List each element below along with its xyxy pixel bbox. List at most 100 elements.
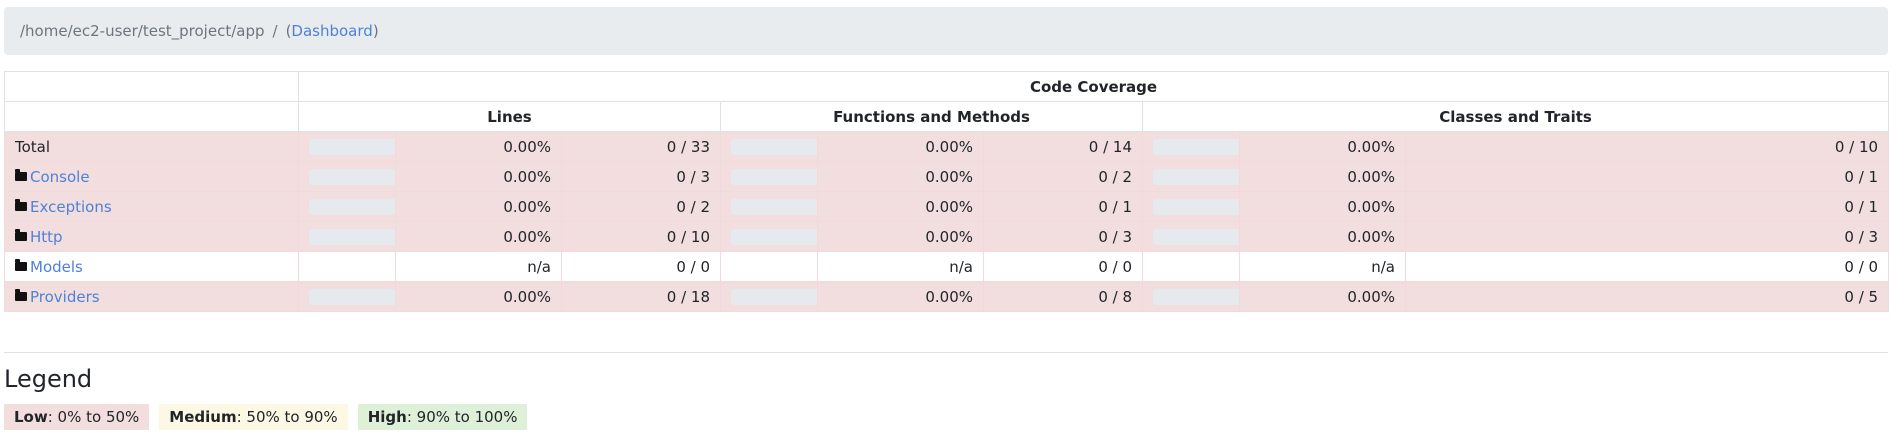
breadcrumb-close-paren: ) [372,22,379,40]
breadcrumb-path: /home/ec2-user/test_project/app [20,22,265,40]
lines-count: 0 / 10 [561,221,721,252]
functions-coverage-bar [731,228,817,245]
table-row: Total 0.00% 0 / 33 0.00% 0 / 14 0.00% 0 / 10 [4,131,1890,162]
functions-percent: 0.00% [817,131,984,162]
row-name-cell: Exceptions [4,191,299,222]
table-row: Console 0.00% 0 / 3 0.00% 0 / 2 0.00% 0 / 1 [4,161,1890,192]
header-blank-2 [4,101,299,132]
classes-coverage-bar [1153,198,1239,215]
functions-count: 0 / 8 [983,281,1143,312]
functions-percent: 0.00% [817,281,984,312]
lines-bar-cell [298,281,396,312]
lines-bar-cell [298,191,396,222]
lines-count: 0 / 3 [561,161,721,192]
lines-coverage-bar [309,228,395,245]
classes-coverage-bar [1153,288,1239,305]
legend-low-label: Low [14,408,48,426]
functions-percent: 0.00% [817,221,984,252]
lines-bar-cell [298,251,396,282]
classes-count: 0 / 0 [1404,251,1890,282]
lines-count: 0 / 18 [561,281,721,312]
row-name-cell: Console [4,161,299,192]
folder-icon [15,228,27,241]
folder-icon [15,258,27,271]
lines-count: 0 / 33 [561,131,721,162]
classes-bar-cell [1142,221,1240,252]
classes-coverage-bar [1153,228,1239,245]
functions-percent: 0.00% [817,191,984,222]
directory-link[interactable]: Models [30,258,83,276]
dashboard-link[interactable]: Dashboard [291,22,372,40]
classes-bar-cell [1142,191,1240,222]
legend-high-range: : 90% to 100% [406,408,518,426]
lines-count: 0 / 2 [561,191,721,222]
functions-count: 0 / 3 [983,221,1143,252]
classes-percent: n/a [1239,251,1406,282]
legend-high: High: 90% to 100% [357,404,528,430]
lines-bar-cell [298,131,396,162]
functions-bar-cell [720,161,818,192]
row-name-cell: Providers [4,281,299,312]
legend-title: Legend [4,365,93,393]
breadcrumb-separator: / [272,22,278,40]
legend-medium-label: Medium [169,408,237,426]
row-name-cell: Http [4,221,299,252]
folder-icon [15,288,27,301]
functions-bar-cell [720,131,818,162]
legend-medium: Medium: 50% to 90% [159,404,348,430]
lines-percent: 0.00% [395,191,562,222]
legend-medium-range: : 50% to 90% [236,408,338,426]
classes-count: 0 / 3 [1404,221,1890,252]
functions-coverage-bar [731,138,817,155]
classes-count: 0 / 10 [1404,131,1890,162]
functions-count: 0 / 0 [983,251,1143,282]
functions-count: 0 / 2 [983,161,1143,192]
lines-bar-cell [298,221,396,252]
row-name-cell: Total [4,131,299,162]
lines-percent: 0.00% [395,131,562,162]
legend-high-label: High [367,408,407,426]
directory-link[interactable]: Http [30,228,63,246]
lines-percent: 0.00% [395,161,562,192]
classes-count: 0 / 1 [1404,191,1890,222]
functions-coverage-bar [731,168,817,185]
table-row: Exceptions 0.00% 0 / 2 0.00% 0 / 1 0.00% 0 / 1 [4,191,1890,222]
header-code-coverage: Code Coverage [297,71,1890,102]
classes-bar-cell [1142,251,1240,282]
functions-bar-cell [720,221,818,252]
lines-coverage-bar [309,288,395,305]
classes-percent: 0.00% [1239,161,1406,192]
header-classes-and-traits: Classes and Traits [1141,101,1890,132]
legend-low: Low: 0% to 50% [4,404,150,430]
functions-bar-cell [720,281,818,312]
legend: Low: 0% to 50% Medium: 50% to 90% High: … [4,404,528,430]
classes-percent: 0.00% [1239,281,1406,312]
directory-link[interactable]: Exceptions [30,198,112,216]
functions-bar-cell [720,251,818,282]
classes-count: 0 / 5 [1404,281,1890,312]
row-name: Total [15,137,51,156]
functions-percent: n/a [817,251,984,282]
folder-icon [15,198,27,211]
functions-count: 0 / 1 [983,191,1143,222]
classes-percent: 0.00% [1239,221,1406,252]
functions-count: 0 / 14 [983,131,1143,162]
folder-icon [15,168,27,181]
table-row: Models n/a 0 / 0 n/a 0 / 0 n/a 0 / 0 [4,251,1890,282]
functions-bar-cell [720,191,818,222]
functions-coverage-bar [731,288,817,305]
classes-count: 0 / 1 [1404,161,1890,192]
coverage-table: Code Coverage Lines Functions and Method… [4,71,1890,312]
lines-percent: 0.00% [395,221,562,252]
header-blank [4,71,299,102]
lines-count: 0 / 0 [561,251,721,282]
table-row: Http 0.00% 0 / 10 0.00% 0 / 3 0.00% 0 / 3 [4,221,1890,252]
lines-coverage-bar [309,168,395,185]
functions-coverage-bar [731,198,817,215]
classes-bar-cell [1142,281,1240,312]
section-divider [4,352,1888,353]
directory-link[interactable]: Providers [30,288,100,306]
classes-percent: 0.00% [1239,191,1406,222]
directory-link[interactable]: Console [30,168,90,186]
functions-percent: 0.00% [817,161,984,192]
